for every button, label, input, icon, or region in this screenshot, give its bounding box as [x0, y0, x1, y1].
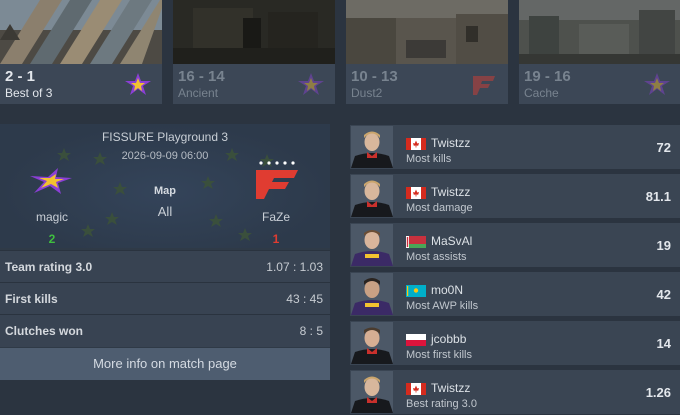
- map-score: 19 - 16: [524, 68, 571, 85]
- map-name: Best of 3: [5, 86, 53, 100]
- player-avatar[interactable]: [351, 273, 393, 315]
- player-stat-label: Best rating 3.0: [406, 398, 477, 410]
- player-stat-label: Most assists: [406, 251, 467, 263]
- magic-logo-icon: [644, 73, 670, 95]
- match-summary-panel: FISSURE Playground 3 2026-09-09 06:00 ma…: [0, 124, 330, 380]
- player-stat-label: Most first kills: [406, 349, 472, 361]
- map-info: 16 - 14 Ancient: [173, 64, 335, 104]
- player-name[interactable]: jcobbb: [431, 332, 466, 346]
- map-info: 10 - 13 Dust2: [346, 64, 508, 104]
- player-stat-value: 14: [656, 336, 671, 351]
- player-name[interactable]: Twistzz: [431, 136, 470, 150]
- team2-score: 1: [272, 232, 280, 246]
- stat-label: Clutches won: [5, 324, 84, 338]
- flag-canada-icon: [406, 138, 426, 150]
- player-name[interactable]: MaSvAl: [431, 234, 472, 248]
- player-stat-label: Most AWP kills: [406, 300, 479, 312]
- map-score: 10 - 13: [351, 68, 398, 85]
- map-name: Ancient: [178, 86, 219, 100]
- map-thumbnail: [346, 0, 508, 64]
- map-thumbnail: [0, 0, 162, 64]
- player-name[interactable]: Twistzz: [431, 185, 470, 199]
- player-avatar[interactable]: [351, 175, 393, 217]
- player-stat-value: 19: [656, 238, 671, 253]
- player-row-most-kills[interactable]: Twistzz Most kills 72: [350, 125, 680, 169]
- player-stat-value: 1.26: [645, 385, 671, 400]
- player-stat-value: 72: [656, 140, 671, 155]
- player-stat-label: Most kills: [406, 153, 452, 165]
- magic-logo-icon: [298, 73, 324, 95]
- flag-belarus-icon: [406, 236, 426, 248]
- player-row-most-assists[interactable]: MaSvAl Most assists 19: [350, 223, 680, 267]
- stat-row-clutches-won: Clutches won 8 : 5: [0, 314, 330, 347]
- map-strip: 2 - 1 Best of 3 16 - 14 Ancient 10 - 13 …: [0, 0, 680, 104]
- player-row-most-first-kills[interactable]: jcobbb Most first kills 14: [350, 321, 680, 365]
- map-info: 19 - 16 Cache: [519, 64, 680, 104]
- faze-logo-icon[interactable]: [254, 160, 300, 200]
- map-name: Cache: [524, 86, 559, 100]
- stat-row-team-rating: Team rating 3.0 1.07 : 1.03: [0, 250, 330, 283]
- flag-poland-icon: [406, 334, 426, 346]
- flag-canada-icon: [406, 187, 426, 199]
- player-name[interactable]: mo0N: [431, 283, 463, 297]
- player-stat-value: 42: [656, 287, 671, 302]
- flag-kazakhstan-icon: [406, 285, 426, 297]
- stat-label: Team rating 3.0: [5, 260, 93, 274]
- team1-score: 2: [48, 232, 56, 246]
- player-row-best-rating[interactable]: Twistzz Best rating 3.0 1.26: [350, 370, 680, 414]
- map-card-overview[interactable]: 2 - 1 Best of 3: [0, 0, 162, 104]
- map-thumbnail: [173, 0, 335, 64]
- player-avatar[interactable]: [351, 322, 393, 364]
- stat-value: 8 : 5: [299, 324, 323, 338]
- match-header: FISSURE Playground 3 2026-09-09 06:00 ma…: [0, 124, 330, 248]
- stat-row-first-kills: First kills 43 : 45: [0, 282, 330, 315]
- player-row-most-damage[interactable]: Twistzz Most damage 81.1: [350, 174, 680, 218]
- map-score: 16 - 14: [178, 68, 225, 85]
- team1-name[interactable]: magic: [12, 210, 92, 224]
- stat-label: First kills: [5, 292, 58, 306]
- flag-canada-icon: [406, 383, 426, 395]
- player-avatar[interactable]: [351, 371, 393, 413]
- magic-logo-icon[interactable]: [28, 166, 74, 196]
- map-score: 2 - 1: [5, 68, 36, 85]
- stat-value: 1.07 : 1.03: [266, 260, 323, 274]
- player-avatar[interactable]: [351, 224, 393, 266]
- magic-logo-icon: [125, 73, 151, 95]
- player-avatar[interactable]: [351, 126, 393, 168]
- stat-value: 43 : 45: [286, 292, 323, 306]
- faze-logo-icon: [473, 76, 495, 95]
- map-thumbnail: [519, 0, 680, 64]
- event-name[interactable]: FISSURE Playground 3: [0, 130, 330, 144]
- map-value: All: [157, 204, 173, 219]
- player-stat-value: 81.1: [645, 189, 671, 204]
- more-info-button[interactable]: More info on match page: [0, 348, 330, 380]
- team2-name[interactable]: FaZe: [236, 210, 316, 224]
- map-label: Map: [154, 185, 176, 197]
- map-card-ancient[interactable]: 16 - 14 Ancient: [173, 0, 335, 104]
- map-card-dust2[interactable]: 10 - 13 Dust2: [346, 0, 508, 104]
- player-row-most-awp-kills[interactable]: mo0N Most AWP kills 42: [350, 272, 680, 316]
- player-name[interactable]: Twistzz: [431, 381, 470, 395]
- map-card-cache[interactable]: 19 - 16 Cache: [519, 0, 680, 104]
- player-stat-label: Most damage: [406, 202, 473, 214]
- map-info: 2 - 1 Best of 3: [0, 64, 162, 104]
- map-name: Dust2: [351, 86, 383, 100]
